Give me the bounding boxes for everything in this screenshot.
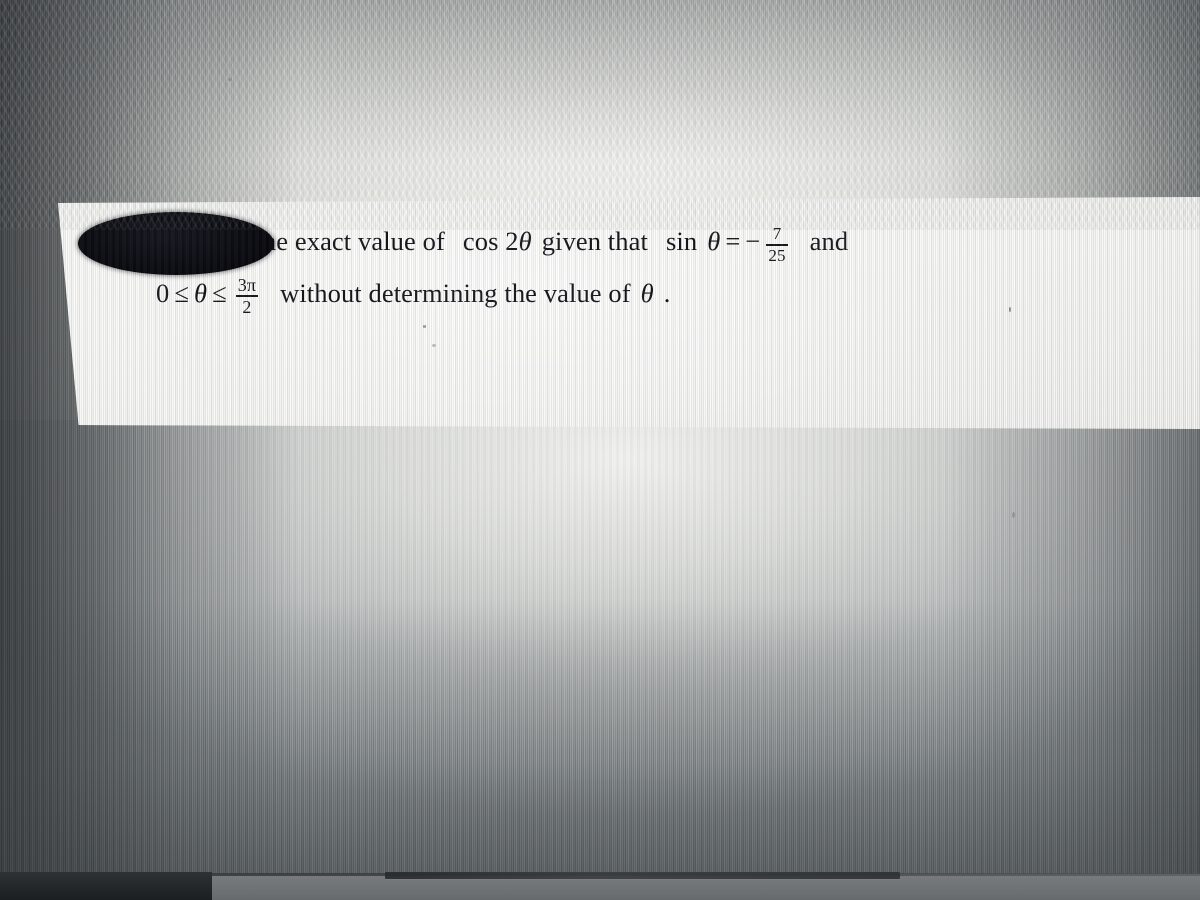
fraction-denominator: 2 [242, 297, 252, 318]
question-line-1: Determine the exact value of cos 2θ given … [136, 215, 1180, 267]
inequality-range: 0 ≤ θ ≤3π 2 [156, 276, 262, 316]
question-line-2: 0 ≤ θ ≤3π 2 without determining the value of θ… [136, 267, 1180, 319]
cos-expression: cos 2θ [462, 226, 532, 256]
screen-photo: Determine the exact value of cos 2θ given … [0, 0, 1200, 900]
sin-expression: sin θ [665, 226, 721, 256]
fraction-denominator: 25 [768, 246, 786, 266]
less-equal-2: ≤ [212, 278, 227, 308]
fraction-7-over-25: 7 25 [765, 225, 788, 265]
black-ellipse-redaction [78, 212, 274, 275]
fraction-numerator: 7 [772, 224, 782, 244]
dust-speck [423, 325, 426, 328]
theta-glyph-1: θ [518, 226, 532, 256]
less-equal-1: ≤ [174, 278, 190, 308]
equals-sign: = [725, 226, 741, 256]
fraction-numerator: 3π [237, 275, 257, 296]
fraction-3pi-over-2: 3π 2 [235, 276, 259, 316]
hinge-vent-bar [385, 872, 900, 879]
theta-glyph-3: θ [194, 278, 208, 308]
minus-sign: − [745, 226, 761, 256]
question-mid: given that [541, 226, 648, 256]
theta-glyph-2: θ [707, 226, 721, 256]
sentence-period: . [663, 278, 671, 308]
vignette-bottom [0, 600, 1200, 900]
question-text: Determine the exact value of cos 2θ given … [136, 215, 1180, 319]
theta-glyph-4: θ [640, 278, 654, 308]
question-trailing-and: and [809, 226, 849, 256]
question-rest: without determining the value of [280, 278, 631, 308]
bezel-dark-corner [0, 872, 212, 900]
